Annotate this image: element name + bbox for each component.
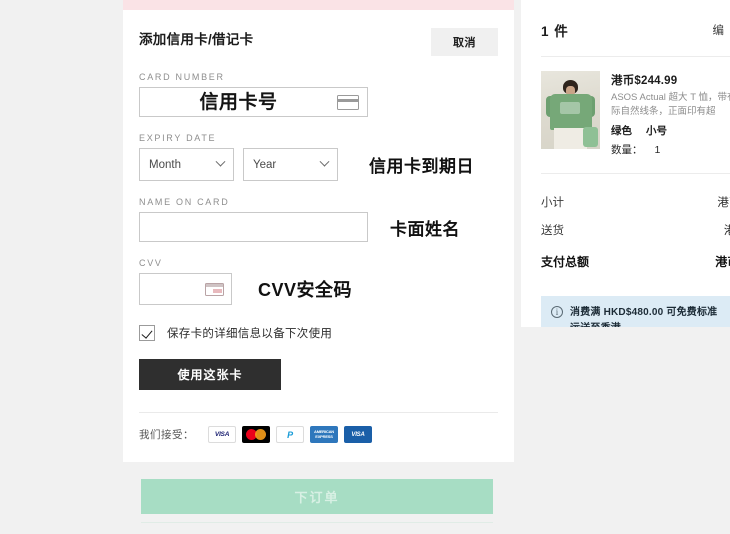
product-info: 港币$244.99 ASOS Actual 超大 T 恤，带有实际自然线条，正面… [600, 71, 730, 157]
expiry-month-select[interactable]: Month [139, 148, 234, 181]
add-card-panel: 添加信用卡/借记卡 取消 CARD NUMBER 信用卡号 EXPIRY DAT… [123, 0, 514, 462]
amex-icon: AMERICAN EXPRESS [310, 426, 338, 443]
product-price: 港币$244.99 [611, 75, 678, 87]
subtotal-value: 港币$244 [717, 196, 730, 209]
product-variant: 绿色 小号 [611, 123, 730, 138]
product-quantity-value: 1 [654, 143, 661, 156]
bottom-divider [141, 522, 493, 523]
paypal-icon: P [276, 426, 304, 443]
grand-total-row: 支付总额 港币$329 [541, 244, 730, 276]
expiry-annotation: 信用卡到期日 [369, 157, 474, 176]
shipping-value: 港币$84 [723, 224, 730, 237]
grand-total-label: 支付总额 [541, 254, 590, 269]
shipping-label: 送货 [541, 224, 564, 237]
name-on-card-label: NAME ON CARD [139, 197, 230, 207]
pink-accent-strip [123, 0, 514, 10]
cvv-annotation: CVV安全码 [258, 280, 353, 300]
product-row: 港币$244.99 ASOS Actual 超大 T 恤，带有实际自然线条，正面… [521, 57, 730, 173]
card-form-header: 添加信用卡/借记卡 取消 [139, 28, 498, 56]
product-quantity: 数量： 1 [611, 142, 730, 157]
name-annotation: 卡面姓名 [390, 219, 460, 239]
name-on-card-row: 卡面姓名 [139, 212, 498, 242]
card-number-input[interactable]: 信用卡号 [139, 87, 368, 117]
expiry-year-select[interactable]: Year [243, 148, 338, 181]
product-quantity-label: 数量： [611, 143, 643, 156]
edit-link[interactable]: 编 [713, 22, 725, 38]
product-color: 绿色 [611, 124, 632, 137]
credit-card-icon [337, 94, 359, 110]
model-bag [583, 127, 598, 147]
expiry-date-row: Month Year 信用卡到期日 [139, 148, 498, 181]
cvv-input[interactable] [139, 273, 232, 305]
expiry-year-value: Year [253, 158, 277, 171]
info-icon: i [551, 305, 563, 318]
tshirt-print [560, 102, 580, 114]
card-form: 添加信用卡/借记卡 取消 CARD NUMBER 信用卡号 EXPIRY DAT… [123, 10, 514, 443]
chevron-down-icon [319, 156, 330, 167]
product-description: ASOS Actual 超大 T 恤，带有实际自然线条，正面印有超 [611, 92, 730, 118]
place-order-button[interactable]: 下订单 [141, 479, 493, 514]
product-thumbnail[interactable] [541, 71, 600, 149]
free-shipping-text: 消费满 HKD$480.00 可免费标准运送至香港 [570, 306, 718, 328]
page-title: 添加信用卡/借记卡 [139, 32, 254, 47]
card-number-value: 信用卡号 [199, 91, 278, 113]
visa-electron-icon: VISA [344, 426, 372, 443]
chevron-down-icon [215, 156, 226, 167]
cancel-button[interactable]: 取消 [431, 28, 498, 56]
product-size: 小号 [646, 124, 667, 137]
accepted-payments-label: 我们接受： [139, 429, 194, 441]
save-card-row[interactable]: 保存卡的详细信息以备下次使用 [139, 325, 498, 341]
subtotal-label: 小计 [541, 196, 564, 209]
cvv-label: CVV [139, 258, 163, 268]
payment-badges: VISA P AMERICAN EXPRESS VISA [208, 426, 372, 443]
accepted-payments-row: 我们接受： VISA P AMERICAN EXPRESS VISA [139, 413, 498, 443]
free-shipping-banner: i 消费满 HKD$480.00 可免费标准运送至香港 [541, 295, 730, 328]
cvv-row: CVV安全码 [139, 273, 498, 305]
summary-header: 1 件 编 [521, 0, 730, 56]
visa-icon: VISA [208, 426, 236, 443]
mastercard-right-circle [255, 429, 266, 440]
order-summary-panel: 1 件 编 港币$244.99 ASOS Actual 超大 T 恤，带有实际自… [521, 0, 730, 327]
save-card-checkbox[interactable] [139, 325, 155, 341]
card-number-label: CARD NUMBER [139, 72, 225, 82]
expiry-date-label: EXPIRY DATE [139, 133, 217, 143]
expiry-month-value: Month [149, 158, 181, 171]
grand-total-value: 港币$329 [715, 254, 730, 269]
use-this-card-button[interactable]: 使用这张卡 [139, 359, 281, 390]
totals-section: 小计 港币$244 送货 港币$84 支付总额 港币$329 [521, 174, 730, 288]
mastercard-icon [242, 426, 270, 443]
save-card-label: 保存卡的详细信息以备下次使用 [167, 328, 333, 340]
subtotal-row: 小计 港币$244 [541, 188, 730, 216]
name-on-card-input[interactable] [139, 212, 368, 242]
item-count: 1 件 [541, 24, 569, 39]
cvv-card-icon [205, 282, 224, 296]
shipping-row: 送货 港币$84 [541, 216, 730, 244]
